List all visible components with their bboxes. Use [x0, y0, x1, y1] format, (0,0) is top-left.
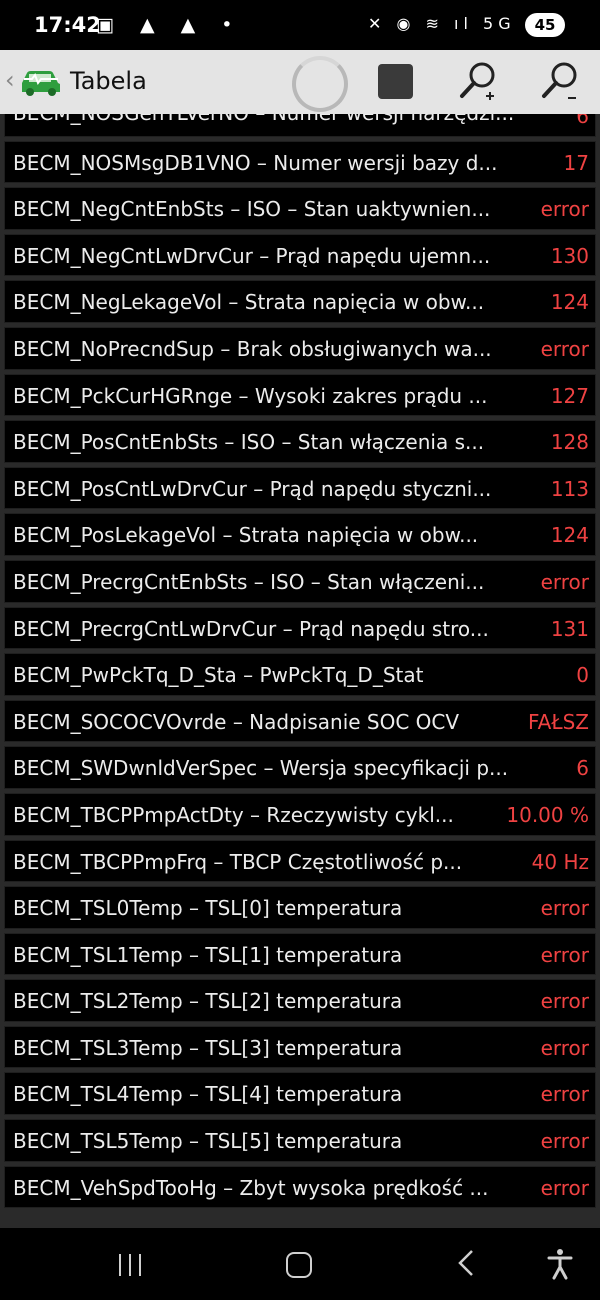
- back-chevron-icon[interactable]: ‹: [5, 66, 15, 94]
- table-row[interactable]: BECM_NOSMsgDB1VNO – Numer wersji bazy d.…: [4, 140, 596, 184]
- parameter-name: BECM_NegLekageVol – Strata napięcia w ob…: [13, 290, 485, 315]
- parameter-list: BECM_NOSGenTLVerNO – Numer wersji narzęd…: [0, 114, 600, 1212]
- parameter-name: BECM_TSL0Temp – TSL[0] temperatura: [13, 896, 403, 921]
- navigation-bar: [0, 1230, 600, 1300]
- parameter-value: error: [540, 197, 589, 222]
- parameter-value: error: [540, 1175, 589, 1200]
- table-row[interactable]: BECM_SOCOCVOvrde – Nadpisanie SOC OCV FAŁ…: [4, 699, 596, 743]
- parameter-name: BECM_PckCurHGRnge – Wysoki zakres prądu …: [13, 383, 488, 408]
- table-row[interactable]: BECM_TBCPPmpActDty – Rzeczywisty cykl...…: [4, 792, 596, 836]
- table-row[interactable]: BECM_TSL3Temp – TSL[3] temperatura error: [4, 1025, 596, 1069]
- table-row[interactable]: BECM_TSL2Temp – TSL[2] temperatura error: [4, 979, 596, 1022]
- parameter-value: 17: [563, 150, 589, 175]
- battery-icon: 45: [525, 13, 565, 37]
- parameter-name: BECM_TBCPPmpActDty – Rzeczywisty cykl...: [13, 802, 454, 827]
- parameter-name: BECM_PosLekageVol – Strata napięcia w ob…: [13, 523, 479, 548]
- parameter-value: error: [540, 1035, 589, 1060]
- accessibility-icon[interactable]: [546, 1248, 574, 1284]
- parameter-name: BECM_NOSGenTLVerNO – Numer wersji narzęd…: [13, 114, 528, 134]
- parameter-table[interactable]: BECM_NOSGenTLVerNO – Numer wersji narzęd…: [0, 114, 600, 1228]
- home-icon[interactable]: [286, 1252, 312, 1278]
- table-row[interactable]: BECM_PckCurHGRnge – Wysoki zakres prądu …: [4, 373, 596, 417]
- parameter-name: BECM_TSL5Temp – TSL[5] temperatura: [13, 1129, 403, 1154]
- notification-icons: ▣ ▲ ▲ •: [96, 14, 243, 36]
- parameter-name: BECM_PosCntLwDrvCur – Prąd napędu styczn…: [13, 476, 492, 501]
- parameter-value: 131: [550, 616, 589, 641]
- parameter-value: 128: [550, 430, 589, 455]
- parameter-name: BECM_NegCntLwDrvCur – Prąd napędu ujemn.…: [13, 243, 491, 268]
- parameter-value: 124: [550, 290, 589, 315]
- table-row[interactable]: BECM_NegCntEnbSts – ISO – Stan uaktywnie…: [4, 187, 596, 230]
- table-row[interactable]: BECM_VehSpdTooHg – Zbyt wysoka prędkość …: [4, 1165, 596, 1209]
- parameter-name: BECM_SWDwnldVerSpec – Wersja specyfikacj…: [13, 756, 509, 781]
- parameter-value: 113: [550, 476, 589, 501]
- recents-icon[interactable]: [119, 1254, 143, 1276]
- table-row[interactable]: BECM_PwPckTq_D_Sta – PwPckTq_D_Stat 0: [4, 653, 596, 696]
- parameter-name: BECM_TSL2Temp – TSL[2] temperatura: [13, 989, 403, 1014]
- table-row[interactable]: BECM_PosLekageVol – Strata napięcia w ob…: [4, 513, 596, 556]
- parameter-name: BECM_PosCntEnbSts – ISO – Stan włączenia…: [13, 430, 485, 455]
- table-row[interactable]: BECM_SWDwnldVerSpec – Wersja specyfikacj…: [4, 746, 596, 789]
- parameter-value: error: [540, 569, 589, 594]
- parameter-name: BECM_NOSMsgDB1VNO – Numer wersji bazy d.…: [13, 150, 498, 175]
- table-row[interactable]: BECM_PosCntEnbSts – ISO – Stan włączenia…: [4, 420, 596, 463]
- system-status-icons: ✕ ◉ ≋ ıl 5G ıl: [368, 14, 545, 33]
- parameter-value: error: [540, 942, 589, 967]
- table-row[interactable]: BECM_TSL1Temp – TSL[1] temperatura error: [4, 932, 596, 976]
- parameter-value: 40 Hz: [531, 849, 589, 874]
- status-time: 17:42: [34, 13, 101, 37]
- parameter-value: error: [540, 1082, 589, 1107]
- parameter-name: BECM_SOCOCVOvrde – Nadpisanie SOC OCV: [13, 709, 460, 734]
- parameter-value: 0: [576, 663, 589, 688]
- parameter-value: 124: [550, 523, 589, 548]
- parameter-name: BECM_PwPckTq_D_Sta – PwPckTq_D_Stat: [13, 663, 424, 688]
- parameter-value: 130: [550, 243, 589, 268]
- zoom-out-icon[interactable]: [538, 58, 586, 110]
- table-row[interactable]: BECM_TSL5Temp – TSL[5] temperatura error: [4, 1119, 596, 1162]
- parameter-name: BECM_PrecrgCntEnbSts – ISO – Stan włącze…: [13, 569, 485, 594]
- app-bar: ‹ Tabela: [0, 50, 600, 114]
- back-icon[interactable]: [454, 1248, 478, 1282]
- parameter-name: BECM_VehSpdTooHg – Zbyt wysoka prędkość …: [13, 1175, 489, 1200]
- parameter-value: 6: [576, 114, 589, 128]
- table-row[interactable]: BECM_TSL4Temp – TSL[4] temperatura error: [4, 1072, 596, 1116]
- parameter-value: 6: [576, 756, 589, 781]
- parameter-value: error: [540, 989, 589, 1014]
- stop-button[interactable]: [378, 64, 413, 99]
- table-row[interactable]: BECM_TBCPPmpFrq – TBCP Częstotliwość p..…: [4, 839, 596, 883]
- page-title: Tabela: [70, 67, 147, 95]
- parameter-value: 10.00 %: [506, 802, 589, 827]
- table-row[interactable]: BECM_PrecrgCntEnbSts – ISO – Stan włącze…: [4, 559, 596, 603]
- parameter-name: BECM_TSL4Temp – TSL[4] temperatura: [13, 1082, 403, 1107]
- parameter-name: BECM_TSL1Temp – TSL[1] temperatura: [13, 942, 403, 967]
- parameter-name: BECM_TSL3Temp – TSL[3] temperatura: [13, 1035, 403, 1060]
- zoom-in-icon[interactable]: [456, 58, 504, 110]
- parameter-name: BECM_TBCPPmpFrq – TBCP Częstotliwość p..…: [13, 849, 463, 874]
- table-row[interactable]: BECM_NoPrecndSup – Brak obsługiwanych wa…: [4, 326, 596, 370]
- parameter-value: error: [540, 1129, 589, 1154]
- parameter-value: error: [540, 336, 589, 361]
- table-row[interactable]: BECM_TSL0Temp – TSL[0] temperatura error: [4, 886, 596, 929]
- parameter-value: FAŁSZ: [528, 709, 589, 734]
- status-bar: 17:42 ▣ ▲ ▲ • ✕ ◉ ≋ ıl 5G ıl 45: [0, 0, 600, 50]
- parameter-name: BECM_NoPrecndSup – Brak obsługiwanych wa…: [13, 336, 492, 361]
- parameter-value: 127: [550, 383, 589, 408]
- loading-spinner: [292, 56, 348, 112]
- table-row[interactable]: BECM_PosCntLwDrvCur – Prąd napędu styczn…: [4, 466, 596, 510]
- table-row[interactable]: BECM_NOSGenTLVerNO – Numer wersji narzęd…: [4, 114, 596, 137]
- parameter-name: BECM_NegCntEnbSts – ISO – Stan uaktywnie…: [13, 197, 491, 222]
- parameter-value: error: [540, 896, 589, 921]
- parameter-name: BECM_PrecrgCntLwDrvCur – Prąd napędu str…: [13, 616, 489, 641]
- table-row[interactable]: BECM_NegLekageVol – Strata napięcia w ob…: [4, 280, 596, 323]
- table-row[interactable]: BECM_PrecrgCntLwDrvCur – Prąd napędu str…: [4, 606, 596, 650]
- car-logo-icon[interactable]: [18, 65, 64, 101]
- table-row[interactable]: BECM_NegCntLwDrvCur – Prąd napędu ujemn.…: [4, 233, 596, 277]
